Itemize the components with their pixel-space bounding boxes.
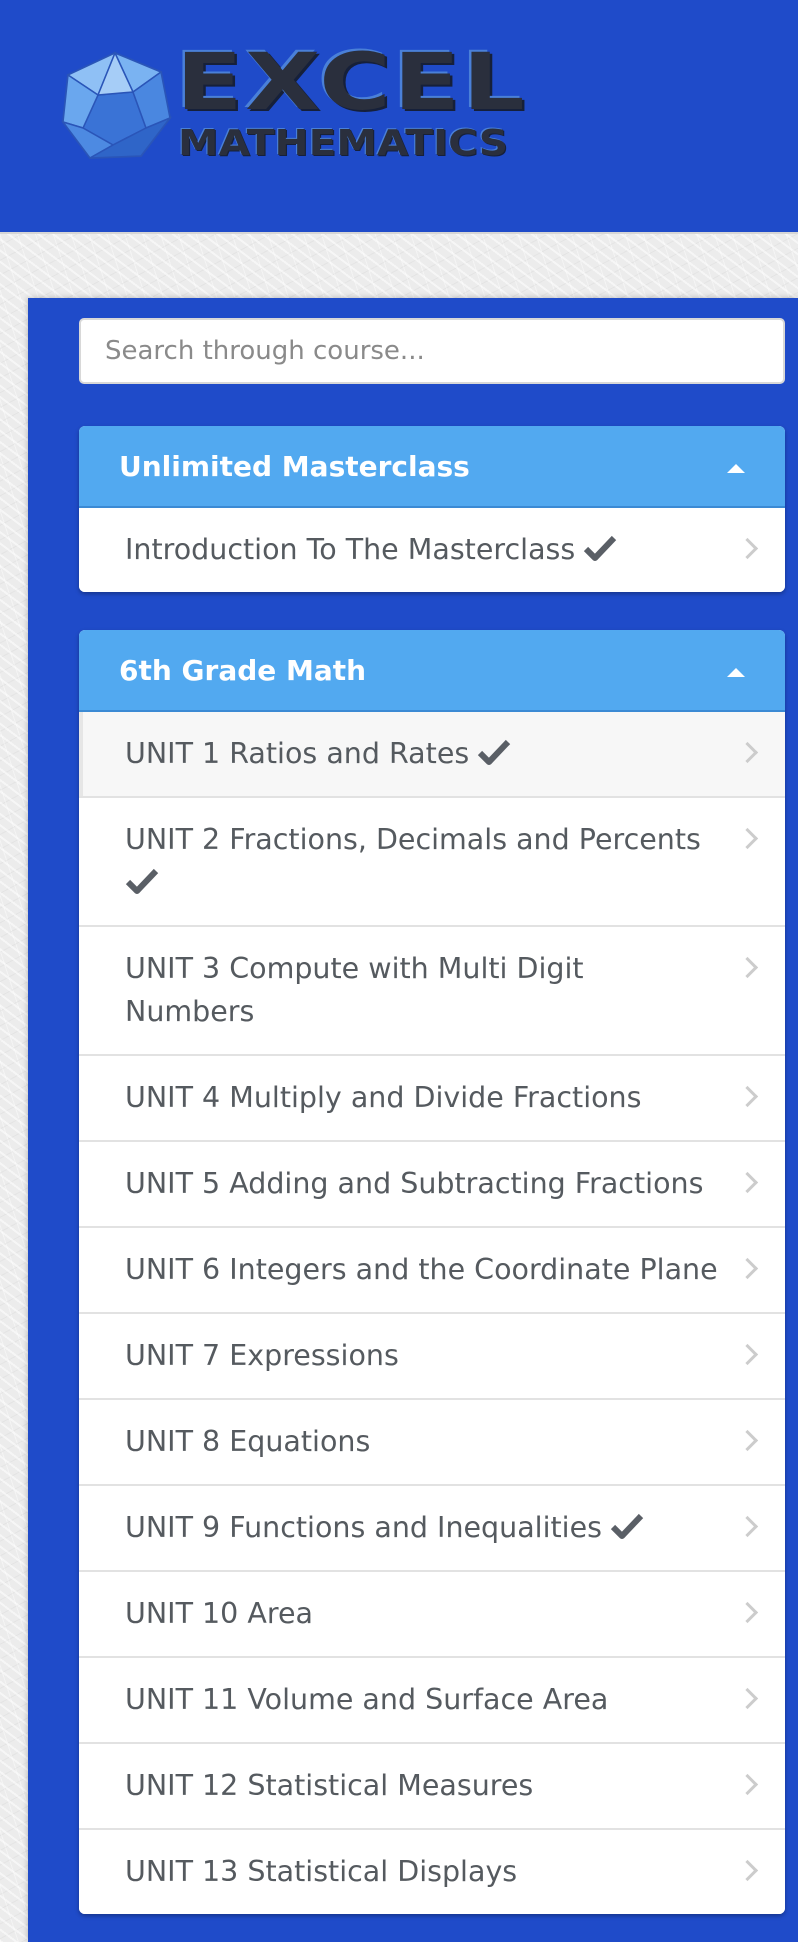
lesson-label: UNIT 1 Ratios and Rates (125, 737, 470, 770)
course-sidebar: Unlimited Masterclass Introduction To Th… (28, 298, 798, 1942)
check-icon (478, 739, 511, 765)
lesson-label: UNIT 8 Equations (125, 1425, 371, 1458)
caret-up-icon[interactable] (727, 464, 745, 473)
section-items: Introduction To The Masterclass (79, 508, 785, 592)
lesson-label: Introduction To The Masterclass (125, 533, 576, 566)
lesson-item-introduction[interactable]: Introduction To The Masterclass (79, 508, 785, 592)
caret-up-icon[interactable] (727, 668, 745, 677)
lesson-label: UNIT 6 Integers and the Coordinate Plane (125, 1253, 718, 1286)
section-6th-grade-math: 6th Grade Math UNIT 1 Ratios and Rates U… (79, 630, 785, 1914)
lesson-label: UNIT 10 Area (125, 1597, 313, 1630)
chevron-right-icon (736, 1429, 759, 1452)
section-unlimited-masterclass: Unlimited Masterclass Introduction To Th… (79, 426, 785, 592)
course-search-input[interactable] (79, 318, 785, 384)
chevron-right-icon (736, 1773, 759, 1796)
top-header: EXCEL MATHEMATICS (0, 0, 798, 234)
lesson-label: UNIT 3 Compute with Multi Digit Numbers (125, 952, 584, 1028)
lesson-item-unit-7[interactable]: UNIT 7 Expressions (79, 1312, 785, 1398)
lesson-item-unit-12[interactable]: UNIT 12 Statistical Measures (79, 1742, 785, 1828)
lesson-item-unit-6[interactable]: UNIT 6 Integers and the Coordinate Plane (79, 1226, 785, 1312)
lesson-label: UNIT 2 Fractions, Decimals and Percents (125, 823, 701, 856)
chevron-right-icon (736, 1601, 759, 1624)
section-items: UNIT 1 Ratios and Rates UNIT 2 Fractions… (79, 712, 785, 1914)
lesson-label: UNIT 5 Adding and Subtracting Fractions (125, 1167, 704, 1200)
lesson-label: UNIT 4 Multiply and Divide Fractions (125, 1081, 642, 1114)
excel-mathematics-logo[interactable]: EXCEL MATHEMATICS (58, 44, 528, 165)
lesson-item-unit-9[interactable]: UNIT 9 Functions and Inequalities (79, 1484, 785, 1570)
lesson-item-unit-8[interactable]: UNIT 8 Equations (79, 1398, 785, 1484)
lesson-item-unit-3[interactable]: UNIT 3 Compute with Multi Digit Numbers (79, 925, 785, 1054)
chevron-right-icon (736, 1171, 759, 1194)
lesson-label: UNIT 7 Expressions (125, 1339, 399, 1372)
section-title: Unlimited Masterclass (119, 449, 470, 483)
lesson-item-unit-13[interactable]: UNIT 13 Statistical Displays (79, 1828, 785, 1914)
icosahedron-logo-icon (61, 51, 173, 160)
chevron-right-icon (736, 956, 759, 979)
lesson-label: UNIT 9 Functions and Inequalities (125, 1511, 602, 1544)
section-header-6th-grade-math[interactable]: 6th Grade Math (79, 630, 785, 712)
chevron-right-icon (736, 741, 759, 764)
chevron-right-icon (736, 1343, 759, 1366)
check-icon (125, 868, 159, 894)
section-title: 6th Grade Math (119, 653, 367, 687)
chevron-right-icon (736, 827, 759, 850)
lesson-label: UNIT 11 Volume and Surface Area (125, 1683, 609, 1716)
chevron-right-icon (736, 1687, 759, 1710)
chevron-right-icon (736, 1515, 759, 1538)
lesson-item-unit-10[interactable]: UNIT 10 Area (79, 1570, 785, 1656)
logo-brand-sub: MATHEMATICS (178, 123, 508, 164)
section-header-unlimited-masterclass[interactable]: Unlimited Masterclass (79, 426, 785, 508)
lesson-item-unit-4[interactable]: UNIT 4 Multiply and Divide Fractions (79, 1054, 785, 1140)
check-icon (584, 535, 617, 561)
chevron-right-icon (736, 1257, 759, 1280)
chevron-right-icon (736, 537, 759, 560)
lesson-item-unit-5[interactable]: UNIT 5 Adding and Subtracting Fractions (79, 1140, 785, 1226)
check-icon (610, 1513, 644, 1539)
lesson-item-unit-2[interactable]: UNIT 2 Fractions, Decimals and Percents (79, 796, 785, 925)
lesson-item-unit-1[interactable]: UNIT 1 Ratios and Rates (79, 712, 785, 796)
chevron-right-icon (736, 1085, 759, 1108)
chevron-right-icon (736, 1859, 759, 1882)
logo-brand-main: EXCEL (176, 38, 528, 128)
lesson-label: UNIT 13 Statistical Displays (125, 1855, 518, 1888)
lesson-label: UNIT 12 Statistical Measures (125, 1769, 534, 1802)
lesson-item-unit-11[interactable]: UNIT 11 Volume and Surface Area (79, 1656, 785, 1742)
